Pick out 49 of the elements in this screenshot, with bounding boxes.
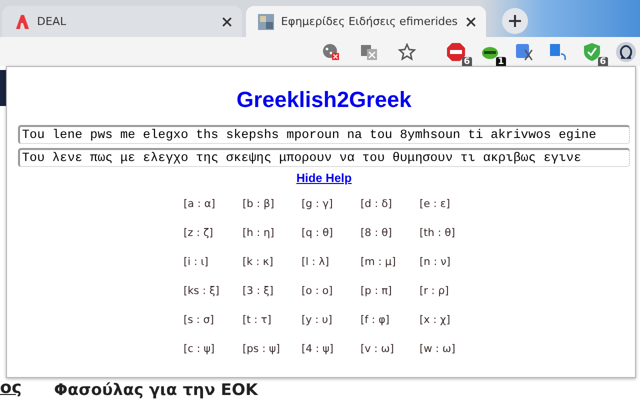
close-icon[interactable] (466, 16, 476, 26)
mapping-text: [ps : ψ] (242, 342, 280, 354)
mapping-text: [ks : ξ] (184, 284, 220, 296)
mapping-text: [o : ο] (302, 284, 333, 296)
output-field[interactable]: Του λενε πως με ελεγχο της σκεψης μπορουν να του θυμησουν τι ακριβως εγινε (18, 148, 630, 167)
mapping-text: [t : τ] (242, 314, 272, 326)
mapping-text: [z : ζ] (184, 226, 214, 238)
mapping-text: [k : κ] (242, 256, 274, 268)
mapping-text: [r : ρ] (420, 284, 449, 296)
browser-tab[interactable]: Εφημερίδες Ειδήσεις efimerides (246, 6, 486, 37)
stop-sign-icon[interactable] (446, 42, 466, 62)
mapping-text: [n : ν] (420, 256, 450, 268)
new-tab-button[interactable] (502, 8, 528, 34)
headline-text: Φασούλας για την ΕΟΚ (54, 380, 258, 399)
mapping-text: [c : ψ] (184, 342, 215, 354)
mapping-text: [p : π] (360, 284, 392, 296)
input-field[interactable]: Tou lene pws me elegxo ths skepshs mporoun na tou 8ymhsoun ti akrivwos egine (18, 125, 630, 144)
mapping-text: [q : θ] (302, 226, 333, 238)
favicon (258, 14, 274, 30)
mapping-text: [4 : ψ] (302, 342, 334, 354)
mapping-text: [y : υ] (302, 314, 332, 326)
mapping-text: [e : ε] (420, 198, 450, 210)
popup-title: Greeklish2Greek (236, 87, 412, 113)
close-icon[interactable] (222, 16, 232, 26)
mapping-text: [x : χ] (420, 314, 450, 326)
mapping-text: [w : ω] (420, 342, 456, 354)
mapping-text: [d : δ] (360, 198, 392, 210)
mapping-text: [l : λ] (302, 256, 330, 268)
mapping-text: [h : η] (242, 226, 274, 238)
mapping-text: [i : ι] (184, 256, 208, 268)
mapping-text: [8 : θ] (360, 226, 392, 238)
shield-icon[interactable] (582, 42, 602, 62)
header-bar (0, 70, 6, 106)
mapping-text: [m : μ] (360, 256, 396, 268)
browser-tab[interactable]: DEAL (2, 6, 242, 37)
bookmark-star-icon[interactable] (398, 42, 416, 60)
cookie-blocked-icon[interactable] (322, 42, 340, 60)
mapping-text: [a : α] (184, 198, 216, 210)
hide-help-link[interactable]: Hide Help (296, 171, 352, 185)
mapping-text: [3 : ξ] (242, 284, 274, 296)
mapping-text: [g : γ] (302, 198, 333, 210)
omega-icon[interactable] (616, 42, 636, 62)
mapping-text: [th : θ] (420, 226, 456, 238)
mapping-text: [f : φ] (360, 314, 390, 326)
headline-text: ος (0, 378, 22, 398)
mapping-text: [b : β] (242, 198, 274, 210)
mapping-text: [v : ω] (360, 342, 394, 354)
mapping-text: [s : σ] (184, 314, 214, 326)
site-logo-icon (14, 14, 30, 30)
